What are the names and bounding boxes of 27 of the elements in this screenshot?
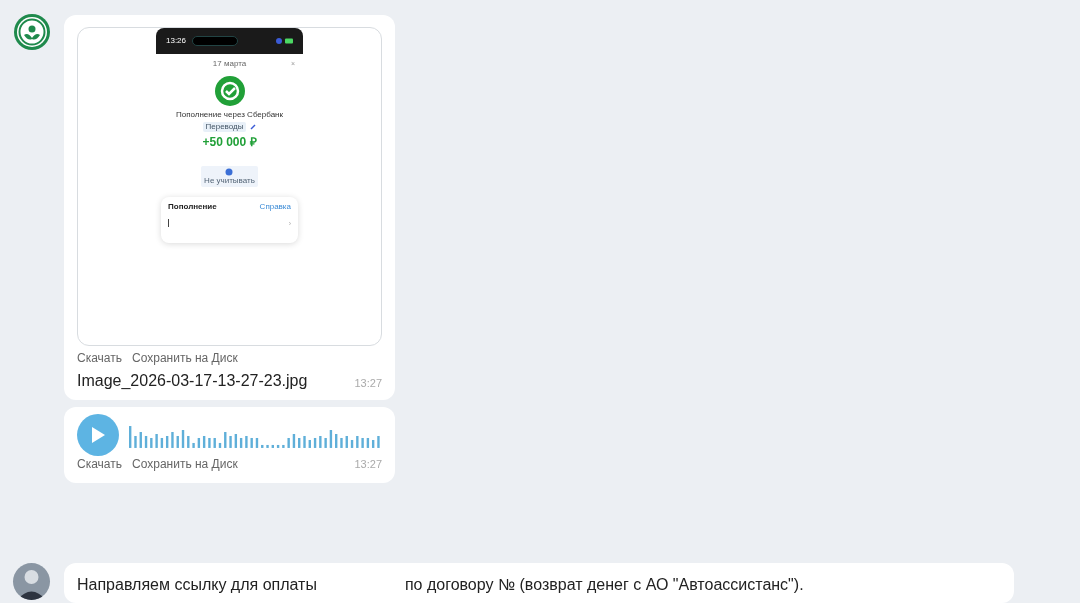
action-link[interactable]: Сохранить на Диск (132, 458, 238, 470)
help-link[interactable]: Справка (259, 203, 291, 211)
status-icons (276, 38, 293, 44)
message-text: Направляем ссылку для оплаты (77, 575, 317, 595)
amount: +50 000 ₽ (202, 136, 257, 148)
category-tag: Переводы (202, 122, 247, 132)
action-link[interactable]: Скачать (77, 458, 122, 470)
action-link[interactable]: Сохранить на Диск (132, 352, 238, 364)
status-time: 13:26 (166, 37, 187, 45)
play-icon (89, 426, 106, 444)
circle-icon (225, 168, 234, 176)
message-time: 13:27 (354, 459, 382, 470)
file-name: Image_2026-03-17-13-27-23.jpg (77, 373, 308, 389)
avatar (13, 563, 50, 600)
text-cursor (168, 219, 169, 227)
message-time: 13:27 (354, 378, 382, 389)
ignore-button[interactable]: Не учитывать (201, 166, 258, 187)
action-link[interactable]: Скачать (77, 352, 122, 364)
checkmark-icon (214, 76, 245, 106)
organization-logo-icon (13, 13, 51, 51)
play-button[interactable] (77, 414, 119, 456)
pencil-icon (250, 124, 257, 130)
transaction-title: Пополнение через Сбербанк (175, 111, 284, 119)
card-title: Пополнение (168, 203, 217, 211)
call-pill-icon (192, 36, 239, 46)
date-label: 17 марта (212, 60, 247, 68)
message-text: по договору № (возврат денег с АО "Автоассистанс"). (404, 575, 804, 595)
